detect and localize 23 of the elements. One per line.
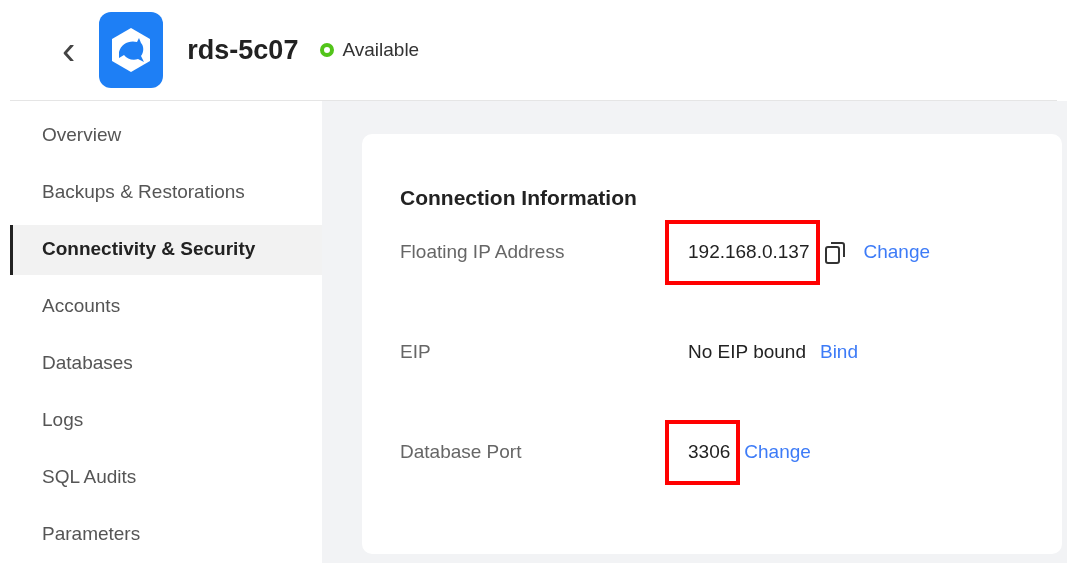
back-button[interactable]: ‹: [62, 30, 76, 70]
action-link[interactable]: Change: [863, 238, 931, 267]
action-link[interactable]: Bind: [819, 338, 858, 367]
nav-item[interactable]: Accounts: [10, 281, 322, 332]
nav-item[interactable]: Parameters: [10, 509, 322, 560]
field-label: Floating IP Address: [400, 240, 566, 265]
nav-item[interactable]: Overview: [10, 110, 322, 161]
nav-item[interactable]: Logs: [10, 395, 322, 446]
nav-item[interactable]: Backups & Restorations: [10, 167, 322, 218]
card-title: Connection Information: [400, 185, 638, 211]
field-value: No EIP bound: [687, 340, 807, 365]
field-label: Database Port: [400, 440, 523, 465]
database-logo-icon: [99, 12, 164, 88]
field-label: EIP: [400, 340, 432, 365]
status-label: Available: [342, 37, 420, 62]
instance-title: rds-5c07: [187, 33, 299, 67]
field-value: 3306: [665, 420, 741, 485]
nav-item[interactable]: Connectivity & Security: [10, 224, 322, 275]
nav-item[interactable]: Databases: [10, 338, 322, 389]
copy-icon[interactable]: [823, 240, 846, 265]
field-value: 192.168.0.137: [665, 220, 820, 285]
nav-item[interactable]: SQL Audits: [10, 452, 322, 503]
action-link[interactable]: Change: [744, 438, 811, 467]
